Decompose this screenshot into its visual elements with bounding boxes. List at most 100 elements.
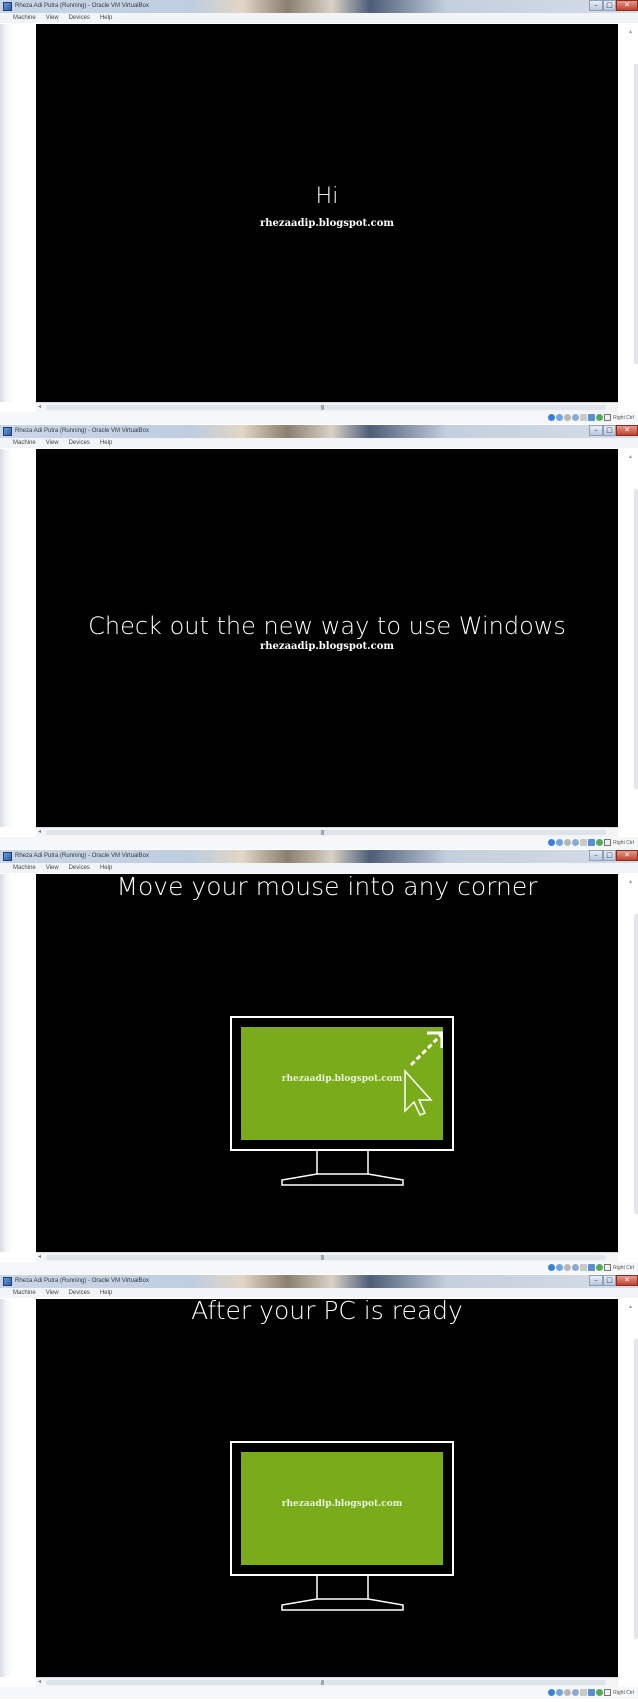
- status-icons: Right Ctrl: [547, 839, 634, 846]
- scroll-thumb[interactable]: [634, 914, 638, 1214]
- hard-disk-icon[interactable]: [548, 839, 556, 846]
- minimize-button[interactable]: –: [589, 1275, 603, 1286]
- scroll-left-icon[interactable]: ◂: [38, 403, 41, 412]
- vm-window-4: Rheza Adi Putra (Running) - Oracle VM Vi…: [0, 1275, 638, 1702]
- cd-icon[interactable]: [556, 414, 564, 421]
- title-bar[interactable]: Rheza Adi Putra (Running) - Oracle VM Vi…: [0, 425, 638, 438]
- cd-icon[interactable]: [556, 1264, 564, 1271]
- scroll-thumb[interactable]: [634, 489, 638, 789]
- monitor-illustration: rhezaadip.blogspot.com: [230, 1016, 454, 1151]
- usb-icon[interactable]: [564, 839, 572, 846]
- scroll-up-icon[interactable]: ▴: [629, 453, 632, 460]
- vm-screen[interactable]: Move your mouse into any corner rhezaadi…: [36, 872, 618, 1252]
- scroll-thumb[interactable]: [634, 64, 638, 364]
- app-icon: [3, 1277, 12, 1286]
- greeting-text: Hi: [315, 184, 339, 209]
- app-icon: [3, 852, 12, 861]
- capture-icon[interactable]: [588, 1689, 596, 1696]
- usb-icon[interactable]: [564, 414, 572, 421]
- close-button[interactable]: ✕: [616, 1275, 638, 1286]
- menu-view[interactable]: View: [46, 13, 59, 23]
- shared-folder-icon[interactable]: [580, 1264, 588, 1271]
- scroll-up-icon[interactable]: ▴: [629, 878, 632, 885]
- menu-devices[interactable]: Devices: [69, 438, 90, 448]
- maximize-button[interactable]: □: [603, 850, 616, 861]
- shared-folder-icon[interactable]: [580, 414, 588, 421]
- cd-icon[interactable]: [556, 839, 564, 846]
- network-icon[interactable]: [572, 414, 580, 421]
- scroll-thumb[interactable]: [634, 1339, 638, 1639]
- vm-screen[interactable]: After your PC is ready rhezaadip.blogspo…: [36, 1296, 618, 1677]
- keyboard-icon[interactable]: [604, 1264, 612, 1271]
- title-bar[interactable]: Rheza Adi Putra (Running) - Oracle VM Vi…: [0, 850, 638, 863]
- close-button[interactable]: ✕: [616, 850, 638, 861]
- minimize-button[interactable]: –: [589, 425, 603, 436]
- close-button[interactable]: ✕: [616, 0, 638, 11]
- scroll-thumb[interactable]: [46, 830, 606, 835]
- menu-view[interactable]: View: [46, 438, 59, 448]
- usb-icon[interactable]: [564, 1689, 572, 1696]
- vertical-scrollbar[interactable]: ▴: [618, 874, 638, 1252]
- horizontal-scrollbar[interactable]: ◂: [36, 827, 618, 837]
- scroll-left-icon[interactable]: ◂: [38, 1253, 41, 1262]
- capture-icon[interactable]: [588, 414, 596, 421]
- scroll-up-icon[interactable]: ▴: [629, 1303, 632, 1310]
- scroll-thumb[interactable]: [46, 1255, 606, 1260]
- watermark: rhezaadip.blogspot.com: [260, 218, 394, 229]
- mouse-icon[interactable]: [596, 414, 604, 421]
- mouse-icon[interactable]: [596, 1689, 604, 1696]
- maximize-button[interactable]: □: [603, 1275, 616, 1286]
- mouse-icon[interactable]: [596, 839, 604, 846]
- scroll-thumb[interactable]: [46, 405, 606, 410]
- network-icon[interactable]: [572, 1689, 580, 1696]
- scroll-grip: [321, 1255, 324, 1260]
- scroll-up-icon[interactable]: ▴: [629, 28, 632, 35]
- vm-screen[interactable]: Hi rhezaadip.blogspot.com: [36, 24, 618, 402]
- vertical-scrollbar[interactable]: ▴: [618, 449, 638, 827]
- horizontal-scrollbar[interactable]: ◂: [36, 1677, 618, 1687]
- title-bar[interactable]: Rheza Adi Putra (Running) - Oracle VM Vi…: [0, 1275, 638, 1288]
- scroll-left-icon[interactable]: ◂: [38, 1678, 41, 1687]
- menu-help[interactable]: Help: [100, 438, 112, 448]
- hard-disk-icon[interactable]: [548, 1264, 556, 1271]
- vm-window-1: Rheza Adi Putra (Running) - Oracle VM Vi…: [0, 0, 638, 425]
- close-button[interactable]: ✕: [616, 425, 638, 436]
- status-bar: Right Ctrl: [0, 412, 638, 424]
- status-bar: Right Ctrl: [0, 837, 638, 849]
- hard-disk-icon[interactable]: [548, 414, 556, 421]
- horizontal-scrollbar[interactable]: ◂: [36, 1252, 618, 1262]
- scroll-thumb[interactable]: [46, 1680, 606, 1685]
- scroll-left-icon[interactable]: ◂: [38, 828, 41, 837]
- capture-icon[interactable]: [588, 839, 596, 846]
- host-key-label: Right Ctrl: [613, 414, 634, 421]
- hard-disk-icon[interactable]: [548, 1689, 556, 1696]
- menu-machine[interactable]: Machine: [13, 438, 36, 448]
- network-icon[interactable]: [572, 1264, 580, 1271]
- cd-icon[interactable]: [556, 1689, 564, 1696]
- window-controls: – □ ✕: [589, 425, 638, 438]
- menu-help[interactable]: Help: [100, 13, 112, 23]
- mouse-icon[interactable]: [596, 1264, 604, 1271]
- maximize-button[interactable]: □: [603, 425, 616, 436]
- shared-folder-icon[interactable]: [580, 1689, 588, 1696]
- window-controls: – □ ✕: [589, 0, 638, 13]
- minimize-button[interactable]: –: [589, 850, 603, 861]
- minimize-button[interactable]: –: [589, 0, 603, 11]
- menu-devices[interactable]: Devices: [69, 13, 90, 23]
- usb-icon[interactable]: [564, 1264, 572, 1271]
- network-icon[interactable]: [572, 839, 580, 846]
- menu-machine[interactable]: Machine: [13, 13, 36, 23]
- vm-screen[interactable]: Check out the new way to use Windows rhe…: [36, 449, 618, 827]
- horizontal-scrollbar[interactable]: ◂: [36, 402, 618, 412]
- keyboard-icon[interactable]: [604, 839, 612, 846]
- capture-icon[interactable]: [588, 1264, 596, 1271]
- shared-folder-icon[interactable]: [580, 839, 588, 846]
- title-bar[interactable]: Rheza Adi Putra (Running) - Oracle VM Vi…: [0, 0, 638, 13]
- keyboard-icon[interactable]: [604, 1689, 612, 1696]
- host-key-label: Right Ctrl: [613, 1264, 634, 1271]
- maximize-button[interactable]: □: [603, 0, 616, 11]
- vertical-scrollbar[interactable]: ▴: [618, 1299, 638, 1677]
- status-bar: Right Ctrl: [0, 1262, 638, 1274]
- keyboard-icon[interactable]: [604, 414, 612, 421]
- vertical-scrollbar[interactable]: ▴: [618, 24, 638, 402]
